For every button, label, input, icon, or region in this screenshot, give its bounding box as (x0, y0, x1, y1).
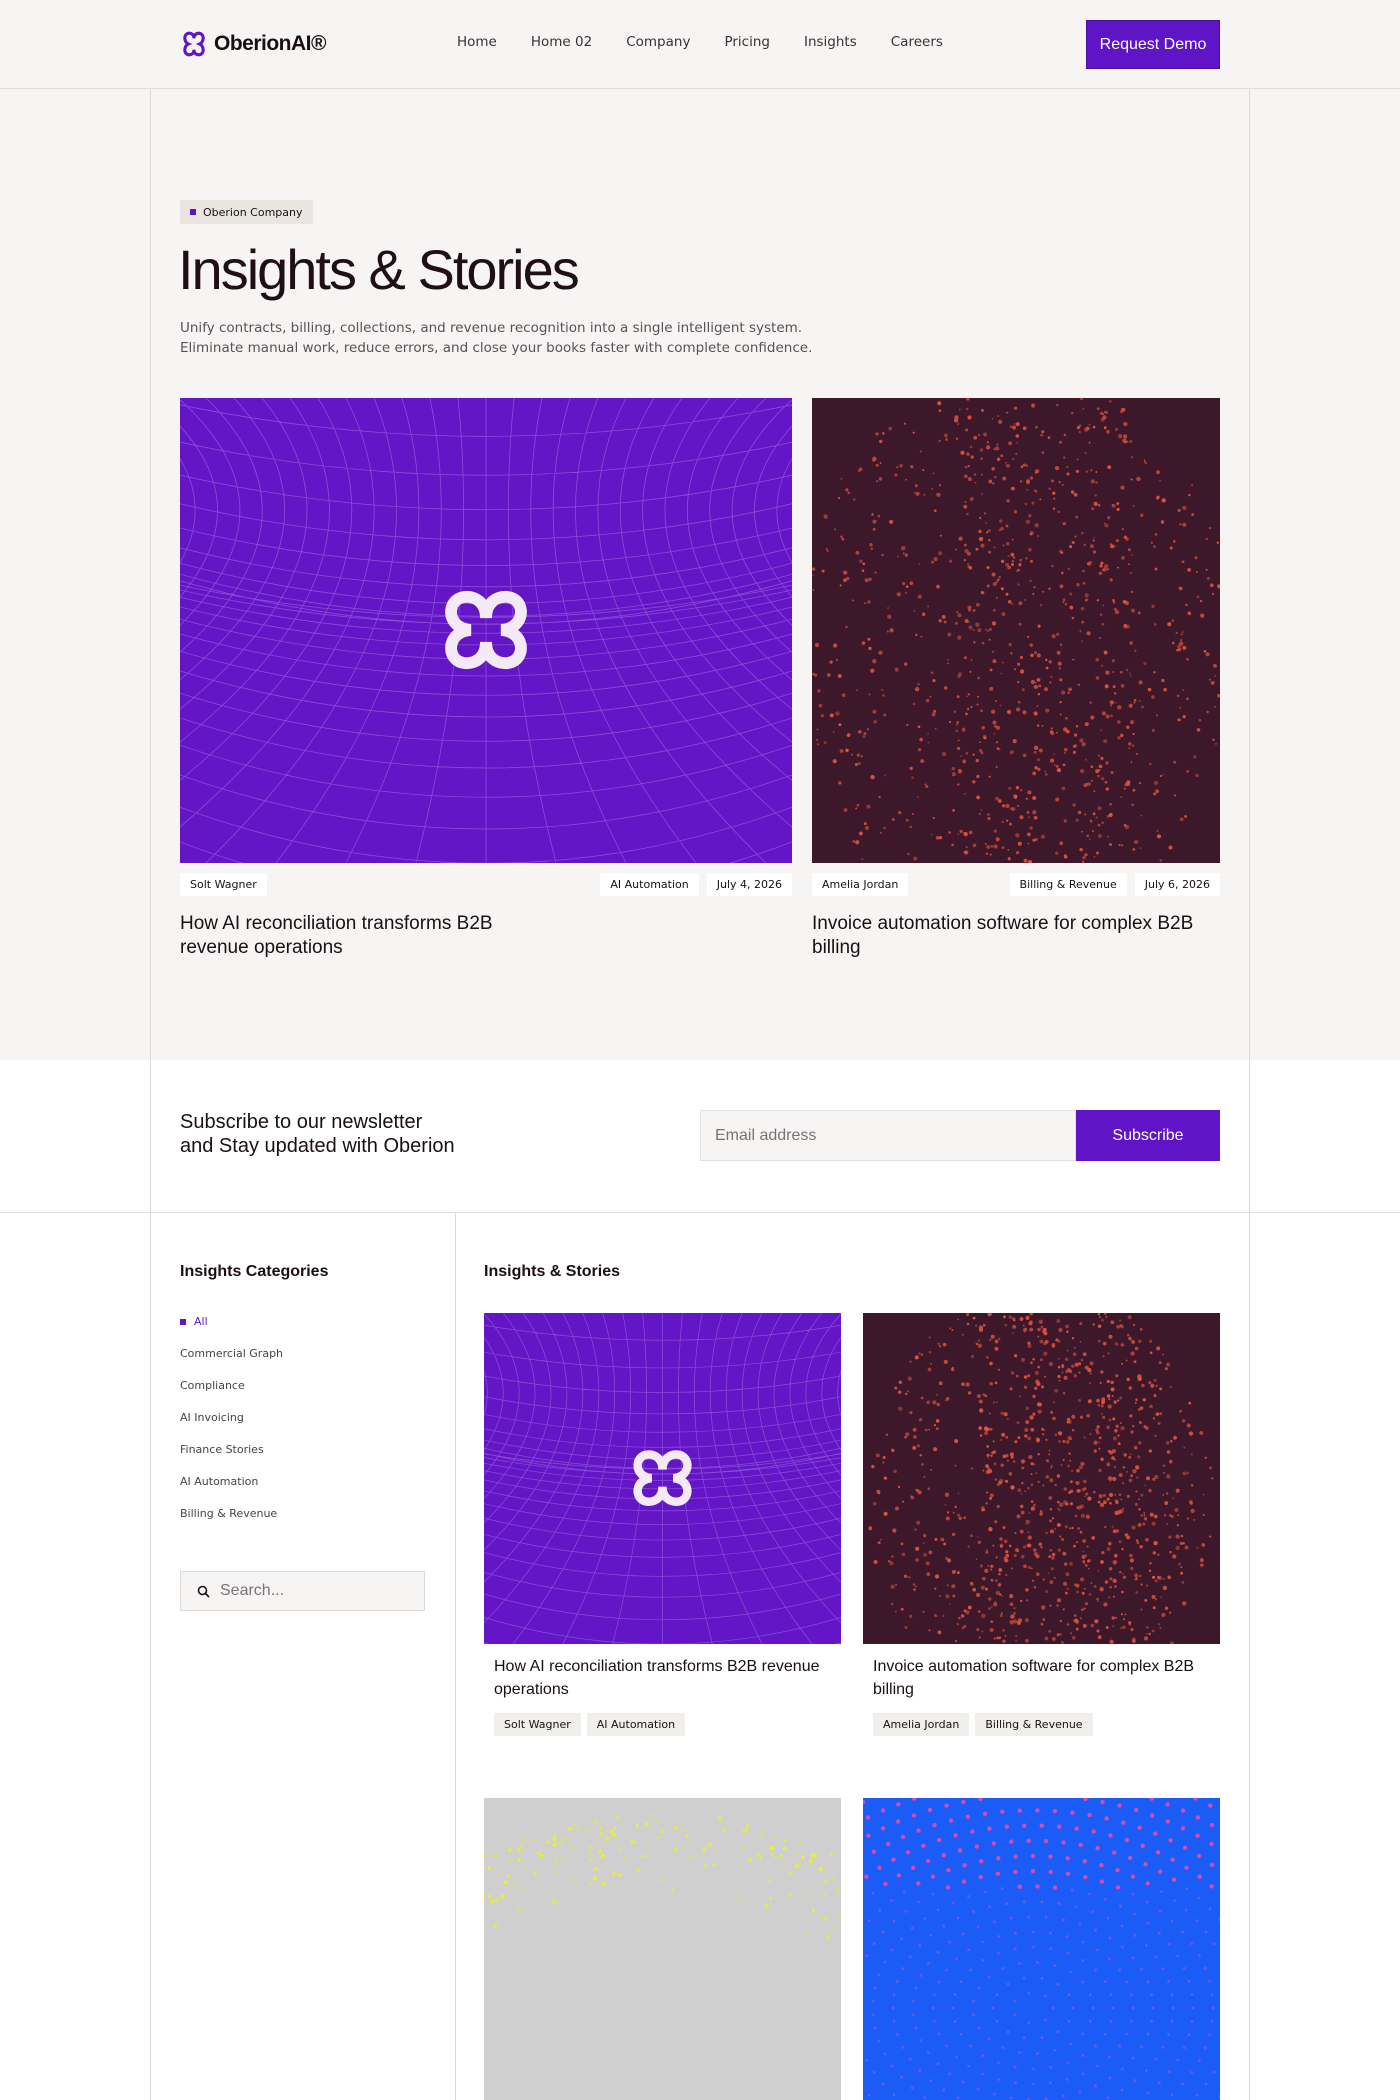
category-tag[interactable]: Billing & Revenue (975, 1713, 1093, 1736)
nav-home-02[interactable]: Home 02 (514, 34, 609, 50)
categories-title: Insights Categories (180, 1263, 329, 1280)
request-demo-button[interactable]: Request Demo (1086, 20, 1220, 69)
category-label: AI Automation (180, 1475, 259, 1488)
badge-label: Oberion Company (203, 205, 303, 219)
logo-icon (183, 31, 205, 57)
purple-grid-logo-image (484, 1313, 841, 1644)
category-tag[interactable]: Billing & Revenue (1009, 873, 1127, 896)
post-image-4[interactable] (863, 1798, 1220, 2100)
newsletter-section: Subscribe to our newsletter and Stay upd… (0, 1060, 1400, 1212)
nav-insights[interactable]: Insights (787, 34, 874, 50)
maroon-dot-globe-image (812, 398, 1220, 863)
frame-line-left (150, 1213, 151, 2100)
post-card-1[interactable]: How AI reconciliation transforms B2B rev… (484, 1313, 841, 1736)
category-label: Billing & Revenue (180, 1507, 278, 1520)
sidebar-divider (455, 1213, 456, 2100)
maroon-dot-globe-image (863, 1313, 1220, 1644)
post-tags: Amelia Jordan Billing & Revenue (873, 1713, 1093, 1736)
main-nav: Home Home 02 Company Pricing Insights Ca… (440, 34, 960, 50)
category-label: Commercial Graph (180, 1347, 284, 1360)
brand-logo[interactable]: OberionAI® (180, 30, 326, 58)
frame-line-right (1249, 1060, 1250, 1212)
category-list: All Commercial Graph Compliance AI Invoi… (180, 1314, 283, 1538)
email-field[interactable] (700, 1110, 1076, 1161)
nav-pricing[interactable]: Pricing (707, 34, 787, 50)
nav-company[interactable]: Company (609, 34, 707, 50)
post-card-2[interactable]: Invoice automation software for complex … (863, 1313, 1220, 1736)
insights-listing-section: Insights Categories All Commercial Graph… (0, 1212, 1400, 2100)
category-ai-automation[interactable]: AI Automation (180, 1474, 283, 1506)
purple-grid-logo-image (180, 398, 792, 863)
author-tag[interactable]: Solt Wagner (180, 873, 267, 896)
page-description: Unify contracts, billing, collections, a… (180, 320, 813, 356)
post-title[interactable]: How AI reconciliation transforms B2B rev… (494, 1655, 824, 1701)
frame-line-right (1249, 1213, 1250, 2100)
post-image-1[interactable] (484, 1313, 841, 1644)
featured-meta-1: Solt Wagner AI Automation July 4, 2026 (180, 873, 792, 896)
post-card-3[interactable] (484, 1798, 841, 2100)
featured-card-2[interactable]: Amelia Jordan Billing & Revenue July 6, … (812, 398, 1220, 958)
author-tag[interactable]: Solt Wagner (494, 1713, 581, 1736)
date-tag: July 6, 2026 (1134, 873, 1220, 896)
grey-yellow-globe-image (484, 1798, 841, 2100)
active-marker (180, 1319, 186, 1325)
search-icon (197, 1585, 210, 1598)
date-tag: July 4, 2026 (706, 873, 792, 896)
brand-name: OberionAI® (214, 32, 326, 55)
category-billing-revenue[interactable]: Billing & Revenue (180, 1506, 283, 1538)
section-badge: Oberion Company (180, 200, 313, 224)
subscribe-button[interactable]: Subscribe (1076, 1110, 1220, 1161)
newsletter-title-line-2: and Stay updated with Oberion (180, 1135, 455, 1157)
nav-careers[interactable]: Careers (874, 34, 960, 50)
post-image-2[interactable] (863, 1313, 1220, 1644)
featured-image-2[interactable] (812, 398, 1220, 863)
featured-meta-2: Amelia Jordan Billing & Revenue July 6, … (812, 873, 1220, 896)
newsletter-title: Subscribe to our newsletter and Stay upd… (180, 1110, 455, 1158)
category-finance-stories[interactable]: Finance Stories (180, 1442, 283, 1474)
post-image-3[interactable] (484, 1798, 841, 2100)
category-tag[interactable]: AI Automation (586, 1713, 686, 1736)
category-tag[interactable]: AI Automation (600, 873, 699, 896)
search-input[interactable] (220, 1582, 400, 1600)
category-ai-invoicing[interactable]: AI Invoicing (180, 1410, 283, 1442)
post-card-4[interactable] (863, 1798, 1220, 2100)
category-all[interactable]: All (180, 1314, 283, 1346)
category-label: Compliance (180, 1379, 245, 1392)
category-commercial-graph[interactable]: Commercial Graph (180, 1346, 283, 1378)
post-tags: Solt Wagner AI Automation (494, 1713, 686, 1736)
category-label: All (194, 1315, 208, 1328)
featured-title-1[interactable]: How AI reconciliation transforms B2B rev… (180, 912, 540, 960)
page-title: Insights & Stories (178, 238, 580, 301)
category-label: Finance Stories (180, 1443, 264, 1456)
post-title[interactable]: Invoice automation software for complex … (873, 1655, 1203, 1701)
blue-dot-rings-image (863, 1798, 1220, 2100)
nav-home[interactable]: Home (440, 34, 514, 50)
category-label: AI Invoicing (180, 1411, 244, 1424)
author-tag[interactable]: Amelia Jordan (812, 873, 909, 896)
featured-card-1[interactable]: Solt Wagner AI Automation July 4, 2026 H… (180, 398, 792, 958)
site-header: OberionAI® Home Home 02 Company Pricing … (0, 0, 1400, 89)
author-tag[interactable]: Amelia Jordan (873, 1713, 970, 1736)
listing-title: Insights & Stories (484, 1263, 621, 1280)
badge-dot (190, 209, 196, 215)
category-compliance[interactable]: Compliance (180, 1378, 283, 1410)
newsletter-title-line-1: Subscribe to our newsletter (180, 1111, 423, 1133)
search-box[interactable] (180, 1571, 425, 1611)
featured-image-1[interactable] (180, 398, 792, 863)
frame-line-left (150, 1060, 151, 1212)
featured-title-2[interactable]: Invoice automation software for complex … (812, 912, 1220, 960)
